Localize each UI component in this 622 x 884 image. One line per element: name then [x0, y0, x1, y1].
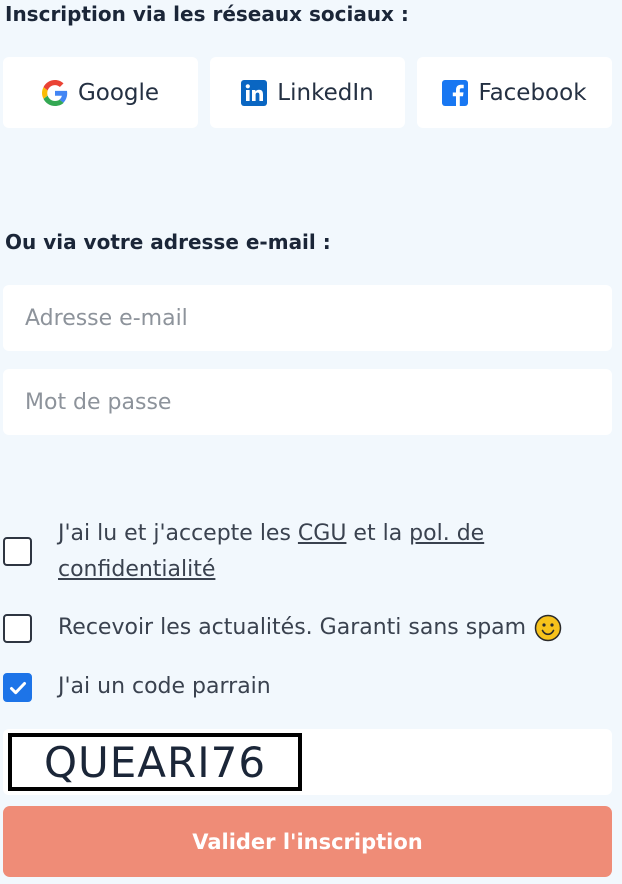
newsletter-checkbox[interactable] — [3, 614, 32, 643]
password-field-container — [3, 369, 612, 435]
social-signup-heading: Inscription via les réseaux sociaux : — [5, 2, 409, 26]
referral-label: J'ai un code parrain — [58, 674, 271, 699]
facebook-button-label: Facebook — [478, 79, 587, 106]
email-field-container — [3, 285, 612, 351]
cgu-consent-label: J'ai lu et j'accepte les CGU et la pol. … — [58, 516, 558, 588]
email-input[interactable] — [3, 285, 612, 351]
google-button[interactable]: Google — [3, 57, 198, 128]
newsletter-consent-label: Recevoir les actualités. Garanti sans sp… — [58, 610, 562, 646]
google-icon — [41, 79, 68, 106]
linkedin-button-label: LinkedIn — [277, 79, 374, 106]
email-signup-heading: Ou via votre adresse e-mail : — [5, 230, 331, 254]
linkedin-icon — [241, 79, 268, 106]
google-button-label: Google — [77, 79, 160, 106]
cgu-checkbox[interactable] — [3, 537, 32, 566]
referral-code-field[interactable]: QUEARI76 — [3, 729, 612, 795]
submit-button[interactable]: Valider l'inscription — [3, 806, 612, 877]
linkedin-button[interactable]: LinkedIn — [210, 57, 405, 128]
cgu-text-middle: et la — [346, 521, 410, 546]
checkmark-icon — [9, 681, 26, 694]
referral-checkbox[interactable] — [3, 673, 32, 702]
smiley-icon — [534, 614, 562, 642]
referral-code-value: QUEARI76 — [8, 733, 302, 791]
facebook-icon — [442, 79, 469, 106]
cgu-link[interactable]: CGU — [298, 521, 347, 546]
cgu-text-before: J'ai lu et j'accepte les — [58, 521, 298, 546]
password-input[interactable] — [3, 369, 612, 435]
facebook-button[interactable]: Facebook — [417, 57, 612, 128]
newsletter-text: Recevoir les actualités. Garanti sans sp… — [58, 615, 527, 640]
